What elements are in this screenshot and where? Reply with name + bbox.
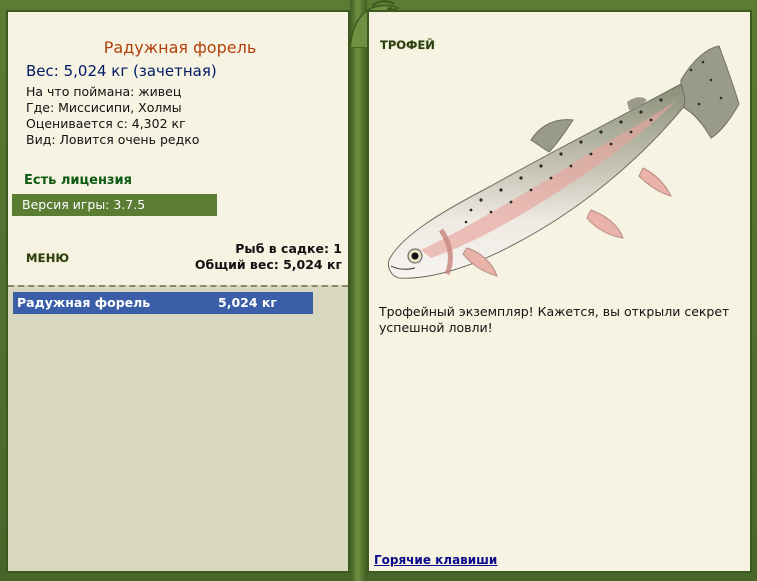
trophy-message: Трофейный экземпляр! Кажется, вы открыли… — [379, 304, 730, 335]
catch-list-item[interactable]: Радужная форель 5,024 кг — [13, 292, 313, 314]
fish-weight-line: Вес: 5,024 кг (зачетная) — [26, 62, 217, 80]
trophy-panel: ТРОФЕЙ Трофейный экземпляр! Кажется, вы … — [367, 10, 752, 573]
hotkeys-link[interactable]: Горячие клавиши — [374, 553, 497, 567]
catch-list-area: Радужная форель 5,024 кг — [8, 285, 348, 571]
vine-divider — [350, 0, 367, 581]
license-status: Есть лицензия — [24, 173, 132, 188]
game-version-label: Версия игры: 3.7.5 — [22, 197, 146, 212]
rated-from-info: Оценивается с: 4,302 кг — [26, 116, 186, 131]
catch-fish-weight: 5,024 кг — [218, 295, 277, 310]
fish-info-panel: Радужная форель Вес: 5,024 кг (зачетная)… — [6, 10, 350, 573]
bait-info: На что поймана: живец — [26, 84, 182, 99]
fish-name-title: Радужная форель — [103, 38, 257, 57]
menu-button[interactable]: МЕНЮ — [26, 251, 69, 265]
game-version-bar: Версия игры: 3.7.5 — [12, 194, 217, 216]
keepnet-fish-count: Рыб в садке: 1 — [235, 241, 342, 256]
keepnet-total-weight: Общий вес: 5,024 кг — [194, 257, 342, 272]
rarity-info: Вид: Ловится очень редко — [26, 132, 200, 147]
keepnet-stats: Рыб в садке: 1 Общий вес: 5,024 кг — [195, 241, 342, 273]
location-info: Где: Миссисипи, Холмы — [26, 100, 182, 115]
rainbow-trout-image — [388, 45, 740, 279]
catch-fish-name: Радужная форель — [17, 295, 151, 310]
